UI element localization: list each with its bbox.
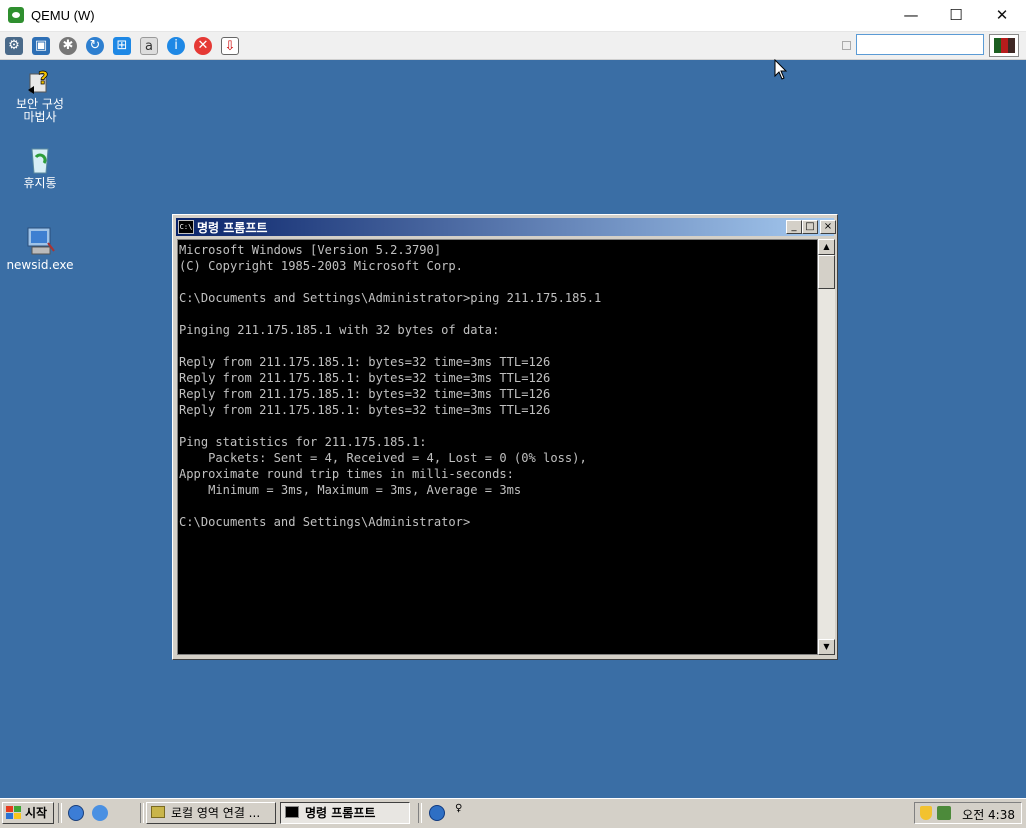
- cmd-close-button[interactable]: ×: [820, 220, 836, 234]
- console-line: Ping statistics for 211.175.185.1:: [179, 435, 427, 449]
- desktop-icon-label: 마법사: [23, 110, 57, 124]
- console-line: C:\Documents and Settings\Administrator>: [179, 515, 471, 529]
- screenshot-icon[interactable]: ⇩: [221, 37, 239, 55]
- console-line: Reply from 211.175.185.1: bytes=32 time=…: [179, 355, 551, 369]
- system-tray: 오전 4:38: [914, 802, 1022, 824]
- taskbar-separator: [140, 803, 144, 823]
- clock: 오전 4:38: [962, 808, 1015, 822]
- cmd-minimize-button[interactable]: _: [786, 220, 802, 234]
- task-button-cmd[interactable]: 명령 프롬프트: [280, 802, 410, 824]
- taskbar-separator: [418, 803, 422, 823]
- mouse-cursor-icon: [774, 59, 788, 80]
- network-connection-icon: [151, 806, 165, 818]
- scroll-down-button[interactable]: ▼: [818, 639, 835, 655]
- network-tray-icon[interactable]: [937, 806, 951, 820]
- maximize-button[interactable]: ☐: [933, 0, 979, 31]
- close-button[interactable]: ✕: [979, 0, 1025, 31]
- fullscreen-icon[interactable]: ▣: [32, 37, 50, 55]
- start-button[interactable]: 시작: [2, 802, 54, 824]
- search-input[interactable]: [856, 34, 984, 55]
- console-line: Reply from 211.175.185.1: bytes=32 time=…: [179, 403, 551, 417]
- command-prompt-window[interactable]: C:\ 명령 프롬프트 _ □ × Microsoft Windows [Ver…: [172, 214, 838, 660]
- quicklaunch-explorer-icon[interactable]: [92, 805, 108, 821]
- cmd-titlebar[interactable]: C:\ 명령 프롬프트 _ □ ×: [176, 218, 836, 236]
- scroll-up-button[interactable]: ▲: [818, 239, 835, 255]
- taskbar: 시작 로컬 영역 연결 ... 명령 프롬프트 ♀ 오전 4:38: [0, 798, 1026, 828]
- scroll-thumb[interactable]: [818, 255, 835, 289]
- desktop-icon-security-wizard[interactable]: ? 보안 구성 마법사: [0, 64, 80, 124]
- cmd-app-icon: C:\: [178, 220, 194, 234]
- host-toolbar: ⚙ ▣ ✱ ↻ ⊞ a i ✕ ⇩: [0, 32, 1026, 60]
- console-text: Microsoft Windows [Version 5.2.3790] (C) …: [178, 240, 817, 530]
- recycle-bin-icon: [24, 143, 56, 175]
- qemu-logo-icon: [8, 7, 24, 23]
- desktop-icon-recycle-bin[interactable]: 휴지통: [0, 143, 80, 190]
- computer-icon: [24, 225, 56, 257]
- console-line: Pinging 211.175.185.1 with 32 bytes of d…: [179, 323, 500, 337]
- color-swatch[interactable]: [989, 34, 1019, 57]
- refresh-icon[interactable]: ↻: [86, 37, 104, 55]
- vertical-scrollbar[interactable]: ▲ ▼: [818, 239, 835, 655]
- stop-icon[interactable]: ✕: [194, 37, 212, 55]
- console-line: Reply from 211.175.185.1: bytes=32 time=…: [179, 371, 551, 385]
- minimize-button[interactable]: —: [888, 0, 934, 31]
- info-icon[interactable]: i: [167, 37, 185, 55]
- quicklaunch-ie-icon[interactable]: [68, 805, 84, 821]
- desktop-icon-newsid[interactable]: newsid.exe: [0, 225, 80, 272]
- svg-text:?: ?: [38, 68, 48, 89]
- globe-icon[interactable]: [429, 805, 445, 821]
- cmd-title: 명령 프롬프트: [197, 221, 268, 235]
- console-output[interactable]: Microsoft Windows [Version 5.2.3790] (C) …: [177, 239, 818, 655]
- start-label: 시작: [25, 806, 48, 820]
- toolbar-chevron-icon[interactable]: ♀: [455, 804, 462, 814]
- console-line: Approximate round trip times in milli-se…: [179, 467, 514, 481]
- cmd-maximize-button[interactable]: □: [802, 220, 818, 234]
- windows-icon[interactable]: ⊞: [113, 37, 131, 55]
- desktop-icon-label: newsid.exe: [6, 258, 74, 272]
- toolbar-small-box[interactable]: [842, 41, 851, 50]
- console-line: Minimum = 3ms, Maximum = 3ms, Average = …: [179, 483, 522, 497]
- window-title: QEMU (W): [31, 8, 95, 23]
- security-wizard-icon: ?: [24, 64, 56, 96]
- keyboard-icon[interactable]: a: [140, 37, 158, 55]
- console-line: Microsoft Windows [Version 5.2.3790]: [179, 243, 442, 257]
- task-button-network[interactable]: 로컬 영역 연결 ...: [146, 802, 276, 824]
- console-line: (C) Copyright 1985-2003 Microsoft Corp.: [179, 259, 463, 273]
- windows-flag-icon: [6, 806, 21, 820]
- network-icon[interactable]: ⚙: [5, 37, 23, 55]
- console-line: C:\Documents and Settings\Administrator>…: [179, 291, 602, 305]
- settings-icon[interactable]: ✱: [59, 37, 77, 55]
- security-shield-icon[interactable]: [920, 806, 932, 820]
- task-label: 로컬 영역 연결 ...: [171, 806, 261, 820]
- task-label: 명령 프롬프트: [305, 806, 376, 820]
- desktop-icon-label: 휴지통: [23, 176, 57, 190]
- taskbar-separator: [58, 803, 62, 823]
- host-titlebar: QEMU (W) — ☐ ✕: [0, 0, 1026, 32]
- console-line: Packets: Sent = 4, Received = 4, Lost = …: [179, 451, 587, 465]
- cmd-task-icon: [285, 806, 299, 818]
- console-line: Reply from 211.175.185.1: bytes=32 time=…: [179, 387, 551, 401]
